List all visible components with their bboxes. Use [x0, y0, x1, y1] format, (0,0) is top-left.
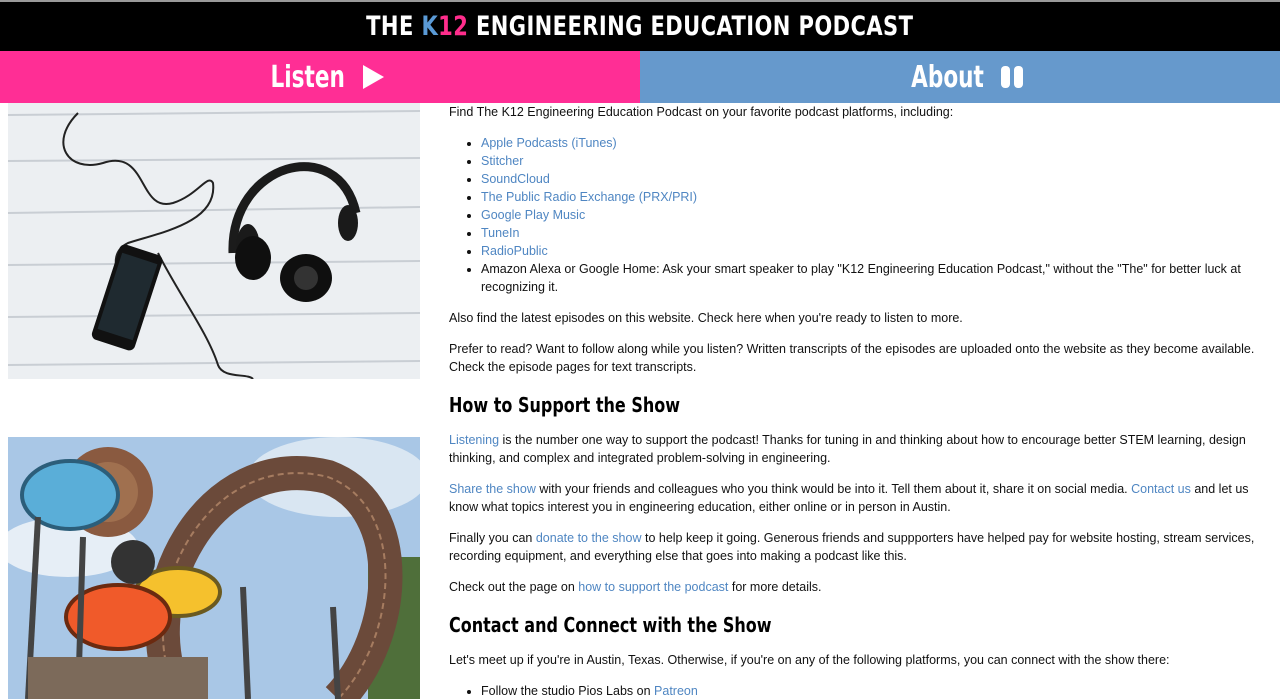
- nav-about-label: About: [911, 59, 985, 95]
- patreon-link[interactable]: Patreon: [654, 684, 698, 698]
- intro-text: Find The K12 Engineering Education Podca…: [449, 105, 954, 119]
- main-content: Find The K12 Engineering Education Podca…: [449, 103, 1261, 700]
- contact-link[interactable]: Contact us: [1131, 482, 1191, 496]
- share-link[interactable]: Share the show: [449, 482, 536, 496]
- platform-link-prx[interactable]: The Public Radio Exchange (PRX/PRI): [481, 190, 697, 204]
- platform-item: Stitcher: [481, 152, 1261, 170]
- platform-link-tunein[interactable]: TuneIn: [481, 226, 519, 240]
- site-header: THE K12 ENGINEERING EDUCATION PODCAST: [0, 0, 1280, 51]
- platform-link-google-play[interactable]: Google Play Music: [481, 208, 585, 222]
- support-paragraph-1: Listening is the number one way to suppo…: [449, 433, 1246, 465]
- platform-item: Google Play Music: [481, 206, 1261, 224]
- platform-item: RadioPublic: [481, 242, 1261, 260]
- platform-item-alexa: Amazon Alexa or Google Home: Ask your sm…: [481, 260, 1261, 296]
- platform-item: SoundCloud: [481, 170, 1261, 188]
- contact-heading: Contact and Connect with the Show: [449, 613, 772, 637]
- platform-link-stitcher[interactable]: Stitcher: [481, 154, 523, 168]
- main-nav: Listen About: [0, 51, 1280, 103]
- donate-link[interactable]: donate to the show: [536, 531, 642, 545]
- platform-link-apple[interactable]: Apple Podcasts (iTunes): [481, 136, 617, 150]
- nav-listen-label: Listen: [270, 59, 345, 95]
- contact-list: Follow the studio Pios Labs on Patreon: [449, 682, 1261, 700]
- support-page-link[interactable]: how to support the podcast: [578, 580, 728, 594]
- contact-intro: Let's meet up if you're in Austin, Texas…: [449, 653, 1170, 667]
- playground-photo: [8, 437, 420, 699]
- support-paragraph-2: Share the show with your friends and col…: [449, 482, 1249, 514]
- platform-link-soundcloud[interactable]: SoundCloud: [481, 172, 550, 186]
- platform-list: Apple Podcasts (iTunes) Stitcher SoundCl…: [449, 134, 1261, 296]
- prefer-text: Prefer to read? Want to follow along whi…: [449, 342, 1255, 374]
- contact-item: Follow the studio Pios Labs on Patreon: [481, 682, 1261, 700]
- listening-link[interactable]: Listening: [449, 433, 499, 447]
- play-icon: [363, 65, 385, 89]
- headphones-photo: [8, 103, 420, 379]
- support-heading: How to Support the Show: [449, 393, 681, 417]
- nav-about-button[interactable]: About: [640, 51, 1280, 103]
- support-paragraph-4: Check out the page on how to support the…: [449, 580, 822, 594]
- platform-link-radiopublic[interactable]: RadioPublic: [481, 244, 548, 258]
- platform-item: Apple Podcasts (iTunes): [481, 134, 1261, 152]
- site-title[interactable]: THE K12 ENGINEERING EDUCATION PODCAST: [366, 11, 913, 42]
- platform-item: The Public Radio Exchange (PRX/PRI): [481, 188, 1261, 206]
- nav-listen-button[interactable]: Listen: [0, 51, 640, 103]
- pause-icon: [1000, 66, 1023, 88]
- platform-item: TuneIn: [481, 224, 1261, 242]
- also-text: Also find the latest episodes on this we…: [449, 311, 963, 325]
- support-paragraph-3: Finally you can donate to the show to he…: [449, 531, 1255, 563]
